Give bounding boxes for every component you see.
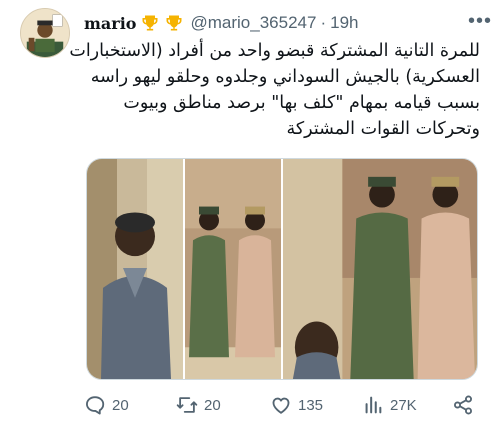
tweet-header: mario @mario_365247 · 19h [84,12,488,34]
avatar-image [21,9,69,57]
like-count: 135 [298,396,324,414]
photo-detained-man [87,159,183,379]
retweet-icon [176,397,198,413]
views-button[interactable]: 27K [362,394,417,416]
heart-icon [272,397,290,414]
reply-button[interactable]: 20 [84,394,129,416]
tweet-actions: 20 20 135 27K [84,394,484,420]
separator-dot: · [320,13,327,32]
media-photo-1[interactable] [87,159,183,379]
share-icon [454,395,472,415]
tweet-text-line: للمرة التانية المشتركة قبضو واحد من أفرا… [69,41,480,61]
reply-count: 20 [112,396,129,414]
photo-soldiers-with-detainee [283,159,477,379]
tweet-time[interactable]: 19h [330,13,358,33]
trophy-icon [166,15,182,31]
tweet-text-line: بسبب قيامه بمهام "كلف بها" برصد مناطق وب… [123,93,480,113]
views-icon [365,396,382,414]
reply-icon [86,396,105,415]
avatar[interactable] [20,8,70,58]
retweet-count: 20 [204,396,221,414]
more-icon[interactable]: ••• [468,10,492,33]
trophy-icon [142,15,158,31]
tweet-text: للمرة التانية المشتركة قبضو واحد من أفرا… [69,38,480,142]
like-button[interactable]: 135 [270,394,323,416]
author-name[interactable]: mario [84,14,136,33]
author-handle[interactable]: @mario_365247 [190,13,316,33]
media-photo-2[interactable] [185,159,281,379]
tweet-text-line: وتحركات القوات المشتركة [286,119,480,139]
tweet-media[interactable] [86,158,478,380]
share-button[interactable] [452,394,474,416]
tweet-text-line: العسكرية) بالجيش السوداني وجلدوه وحلقو ل… [90,67,480,87]
views-count: 27K [390,396,417,414]
photo-two-soldiers [185,159,281,379]
retweet-button[interactable]: 20 [176,394,221,416]
media-photo-3[interactable] [283,159,477,379]
